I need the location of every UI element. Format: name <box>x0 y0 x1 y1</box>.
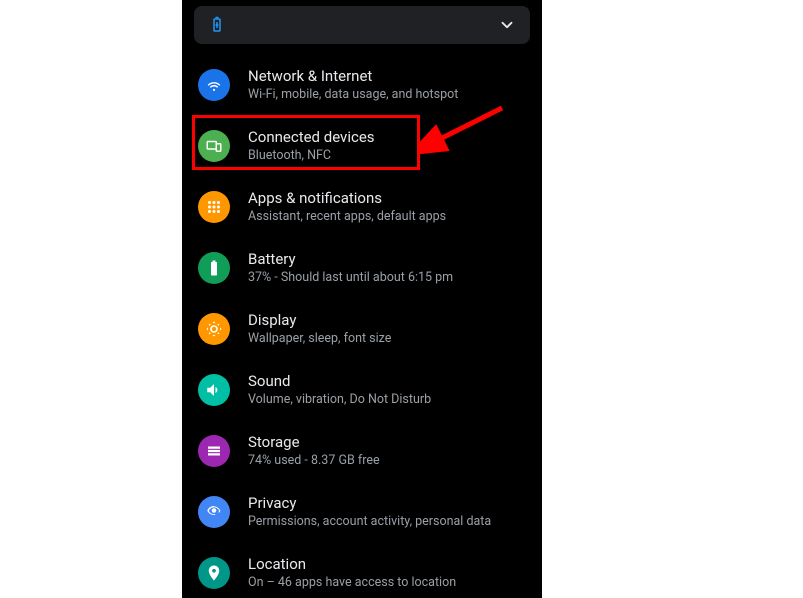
settings-item-sound[interactable]: Sound Volume, vibration, Do Not Disturb <box>182 359 542 420</box>
apps-icon <box>198 191 230 223</box>
item-title: Apps & notifications <box>248 189 446 207</box>
item-subtitle: Assistant, recent apps, default apps <box>248 209 446 224</box>
battery-charging-icon <box>208 16 226 34</box>
storage-icon <box>198 435 230 467</box>
settings-item-location[interactable]: Location On – 46 apps have access to loc… <box>182 542 542 598</box>
item-title: Connected devices <box>248 128 375 146</box>
item-subtitle: 37% - Should last until about 6:15 pm <box>248 270 453 285</box>
item-title: Battery <box>248 250 453 268</box>
item-subtitle: Wallpaper, sleep, font size <box>248 331 391 346</box>
brightness-icon <box>198 313 230 345</box>
phone-settings-screen: Network & Internet Wi-Fi, mobile, data u… <box>182 0 542 598</box>
item-subtitle: Permissions, account activity, personal … <box>248 514 491 529</box>
privacy-icon <box>198 496 230 528</box>
item-title: Network & Internet <box>248 67 458 85</box>
item-subtitle: On – 46 apps have access to location <box>248 575 456 590</box>
settings-item-apps[interactable]: Apps & notifications Assistant, recent a… <box>182 176 542 237</box>
item-title: Sound <box>248 372 431 390</box>
location-icon <box>198 557 230 589</box>
item-subtitle: Volume, vibration, Do Not Disturb <box>248 392 431 407</box>
item-subtitle: Wi-Fi, mobile, data usage, and hotspot <box>248 87 458 102</box>
battery-icon <box>198 252 230 284</box>
item-title: Display <box>248 311 391 329</box>
devices-icon <box>198 130 230 162</box>
volume-icon <box>198 374 230 406</box>
item-title: Privacy <box>248 494 491 512</box>
wifi-icon <box>198 69 230 101</box>
settings-list: Network & Internet Wi-Fi, mobile, data u… <box>182 54 542 598</box>
item-title: Storage <box>248 433 380 451</box>
settings-item-battery[interactable]: Battery 37% - Should last until about 6:… <box>182 237 542 298</box>
settings-item-privacy[interactable]: Privacy Permissions, account activity, p… <box>182 481 542 542</box>
chevron-down-icon[interactable] <box>498 16 516 34</box>
item-subtitle: 74% used - 8.37 GB free <box>248 453 380 468</box>
settings-item-storage[interactable]: Storage 74% used - 8.37 GB free <box>182 420 542 481</box>
item-title: Location <box>248 555 456 573</box>
item-subtitle: Bluetooth, NFC <box>248 148 375 163</box>
top-info-card[interactable] <box>194 6 530 44</box>
settings-item-connected-devices[interactable]: Connected devices Bluetooth, NFC <box>182 115 542 176</box>
settings-item-display[interactable]: Display Wallpaper, sleep, font size <box>182 298 542 359</box>
settings-item-network[interactable]: Network & Internet Wi-Fi, mobile, data u… <box>182 54 542 115</box>
